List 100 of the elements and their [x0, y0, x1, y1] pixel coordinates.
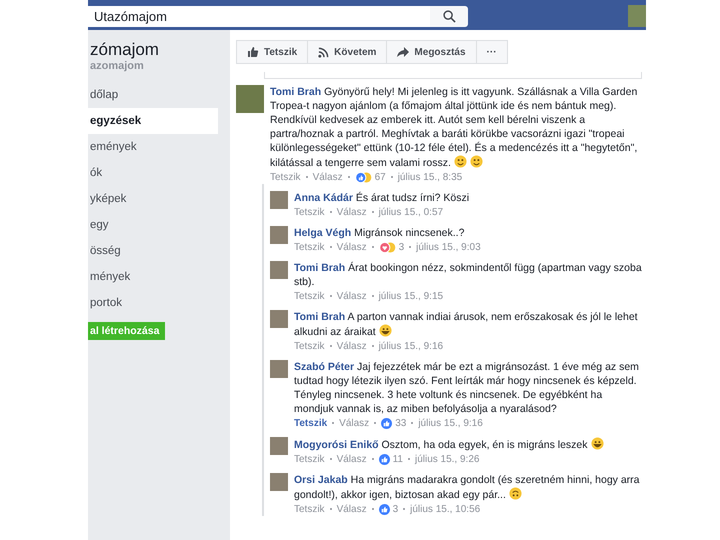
like-link[interactable]: Tetszik: [294, 340, 325, 352]
reply-link[interactable]: Válasz: [336, 454, 367, 464]
sidebar-item[interactable]: yképek: [88, 186, 218, 212]
thumbs-up-icon: [378, 504, 390, 514]
create-button[interactable]: al létrehozása: [88, 322, 166, 340]
reply-link[interactable]: Válasz: [336, 340, 367, 352]
comment-time[interactable]: július 15., 9:03: [416, 242, 481, 252]
follow-button[interactable]: Követem: [308, 41, 388, 63]
author-name[interactable]: Orsi Jakab: [294, 474, 348, 486]
comment-text: Helga Végh Migránsok nincsenek..?: [294, 226, 466, 240]
sidebar-item[interactable]: mények: [88, 264, 218, 290]
separator-dot-icon: [372, 508, 374, 510]
reply-link[interactable]: Válasz: [339, 418, 370, 428]
smiley-icon: [470, 155, 483, 168]
reply-link[interactable]: Válasz: [336, 290, 367, 302]
comment-text: Anna Kádár És árat tudsz írni? Köszi: [294, 191, 470, 205]
separator-dot-icon: [372, 295, 374, 297]
separator-dot-icon: [330, 345, 332, 347]
separator-dot-icon: [372, 211, 374, 213]
comment-time[interactable]: július 15., 9:15: [378, 290, 444, 302]
separator-dot-icon: [409, 246, 412, 248]
separator-dot-icon: [372, 345, 374, 347]
like-link[interactable]: Tetszik: [294, 418, 328, 428]
separator-dot-icon: [390, 176, 393, 178]
comment-text: Szabó Péter Jaj fejezzétek már be ezt a migránsozást. 1 éve még az sem tudtad hogy létezik ilyen szó. Fent leírták már hogy nincsenek és képzeld. Tényleg nincsenek. 3 hete voltunk és nincsenek. De egyébként ha mondjuk vannak is, az miben befolyásolja a nyaralásod?: [294, 360, 640, 416]
profile-thumbnail[interactable]: [628, 5, 646, 27]
avatar[interactable]: [270, 360, 288, 378]
reaction-count: 3: [392, 504, 398, 514]
like-link[interactable]: Tetszik: [294, 504, 325, 514]
search-button[interactable]: [430, 6, 468, 26]
sidebar-item[interactable]: dőlap: [88, 82, 218, 108]
like-link[interactable]: Tetszik: [294, 242, 325, 252]
reaction-count: 67: [374, 172, 386, 182]
smiley-icon: [590, 437, 604, 450]
reply-link[interactable]: Válasz: [336, 504, 367, 514]
reaction-count: 3: [398, 242, 404, 252]
like-link[interactable]: Tetszik: [294, 454, 325, 464]
avatar[interactable]: [270, 437, 288, 455]
search-field[interactable]: Utazómajom: [88, 6, 430, 26]
separator-dot-icon: [330, 458, 332, 460]
separator-dot-icon: [330, 211, 332, 213]
comment-text: Tomi Brah Árat bookingon nézz, sokmindentől függ (apartman vagy szoba stb).: [294, 261, 642, 289]
smiley-icon: [378, 324, 392, 337]
separator-dot-icon: [330, 246, 332, 248]
avatar[interactable]: [236, 85, 264, 113]
separator-dot-icon: [411, 422, 414, 424]
sidebar-item[interactable]: egyzések: [88, 108, 218, 134]
avatar[interactable]: [270, 473, 288, 491]
author-name[interactable]: Mogyorósi Enikő: [294, 439, 379, 451]
separator-dot-icon: [408, 458, 410, 460]
separator-dot-icon: [332, 422, 334, 424]
avatar[interactable]: [270, 226, 288, 244]
author-name[interactable]: Tomi Brah: [294, 311, 346, 323]
separator-dot-icon: [330, 295, 332, 297]
thumbs-up-icon: [381, 418, 392, 428]
reaction-icons: [378, 242, 396, 252]
avatar[interactable]: [270, 191, 288, 209]
like-link[interactable]: Tetszik: [294, 290, 325, 302]
comment-time[interactable]: július 15., 9:16: [418, 418, 483, 428]
sidebar-item[interactable]: össég: [88, 238, 218, 264]
author-name[interactable]: Anna Kádár: [294, 192, 353, 204]
comment-time[interactable]: július 15., 9:16: [378, 340, 444, 352]
separator-dot-icon: [330, 508, 332, 510]
smiley-icon: [508, 487, 522, 500]
comment-time[interactable]: július 15., 8:35: [398, 172, 462, 182]
sidebar-item[interactable]: portok: [88, 290, 218, 316]
comment-text: Tomi Brah A parton vannak indiai árusok, nem erőszakosak és jól le lehet alkudni az áraikat: [294, 310, 639, 339]
sidebar-item[interactable]: ók: [88, 160, 218, 186]
author-name[interactable]: Tomi Brah: [270, 86, 322, 98]
comment-time[interactable]: július 15., 0:57: [378, 206, 444, 218]
comment-time[interactable]: július 15., 9:26: [414, 454, 480, 464]
reply-link[interactable]: Válasz: [312, 172, 343, 182]
thumbs-up-icon: [247, 46, 259, 58]
sidebar-item[interactable]: emények: [88, 134, 218, 160]
author-name[interactable]: Szabó Péter: [294, 361, 354, 373]
sidebar-item[interactable]: egy: [88, 212, 218, 238]
more-button[interactable]: ···: [476, 41, 507, 63]
separator-dot-icon: [372, 458, 374, 460]
like-link[interactable]: Tetszik: [270, 172, 301, 182]
comment-time[interactable]: július 15., 10:56: [410, 504, 480, 514]
separator-dot-icon: [306, 176, 308, 178]
comment-text: Orsi Jakab Ha migráns madarakra gondolt (és szeretném hinni, hogy arra gondolt!), akkor igen, biztosan akad egy pár...: [294, 473, 641, 502]
separator-dot-icon: [348, 176, 350, 178]
separator-dot-icon: [374, 422, 376, 424]
page-handle: azomajom: [89, 60, 145, 72]
author-name[interactable]: Tomi Brah: [294, 262, 346, 274]
rss-icon: [318, 46, 330, 58]
reply-link[interactable]: Válasz: [336, 206, 367, 218]
reaction-count: 11: [392, 454, 403, 464]
page-name: zómajom: [89, 40, 160, 60]
reply-link[interactable]: Válasz: [336, 242, 367, 252]
like-link[interactable]: Tetszik: [294, 206, 325, 218]
avatar[interactable]: [270, 261, 288, 279]
separator-dot-icon: [403, 508, 406, 510]
like-button[interactable]: Tetszik: [237, 41, 308, 63]
share-button[interactable]: Megosztás: [387, 41, 477, 63]
author-name[interactable]: Helga Végh: [294, 227, 352, 239]
reaction-count: 33: [395, 418, 406, 428]
comment-text: Tomi Brah Gyönyörű hely! Mi jelenleg is itt vagyunk. Szállásnak a Villa Garden Tropea-t nagyon ajánlom (a főmajom által jöttünk ide és nem bántuk meg). Rendkívül kedvesek az emberek itt. Autót sem kell bérelni viszenk a partra/hoznak a partról. Meghívtak a baráti körükbe vacsorázni igazi "tropeai különlegességeket" ettünk (10-12 féle étel). És a medencézés itt a "hegytetőn", kilátással a tengerre sem valami rossz.: [270, 85, 638, 170]
avatar[interactable]: [270, 310, 288, 328]
